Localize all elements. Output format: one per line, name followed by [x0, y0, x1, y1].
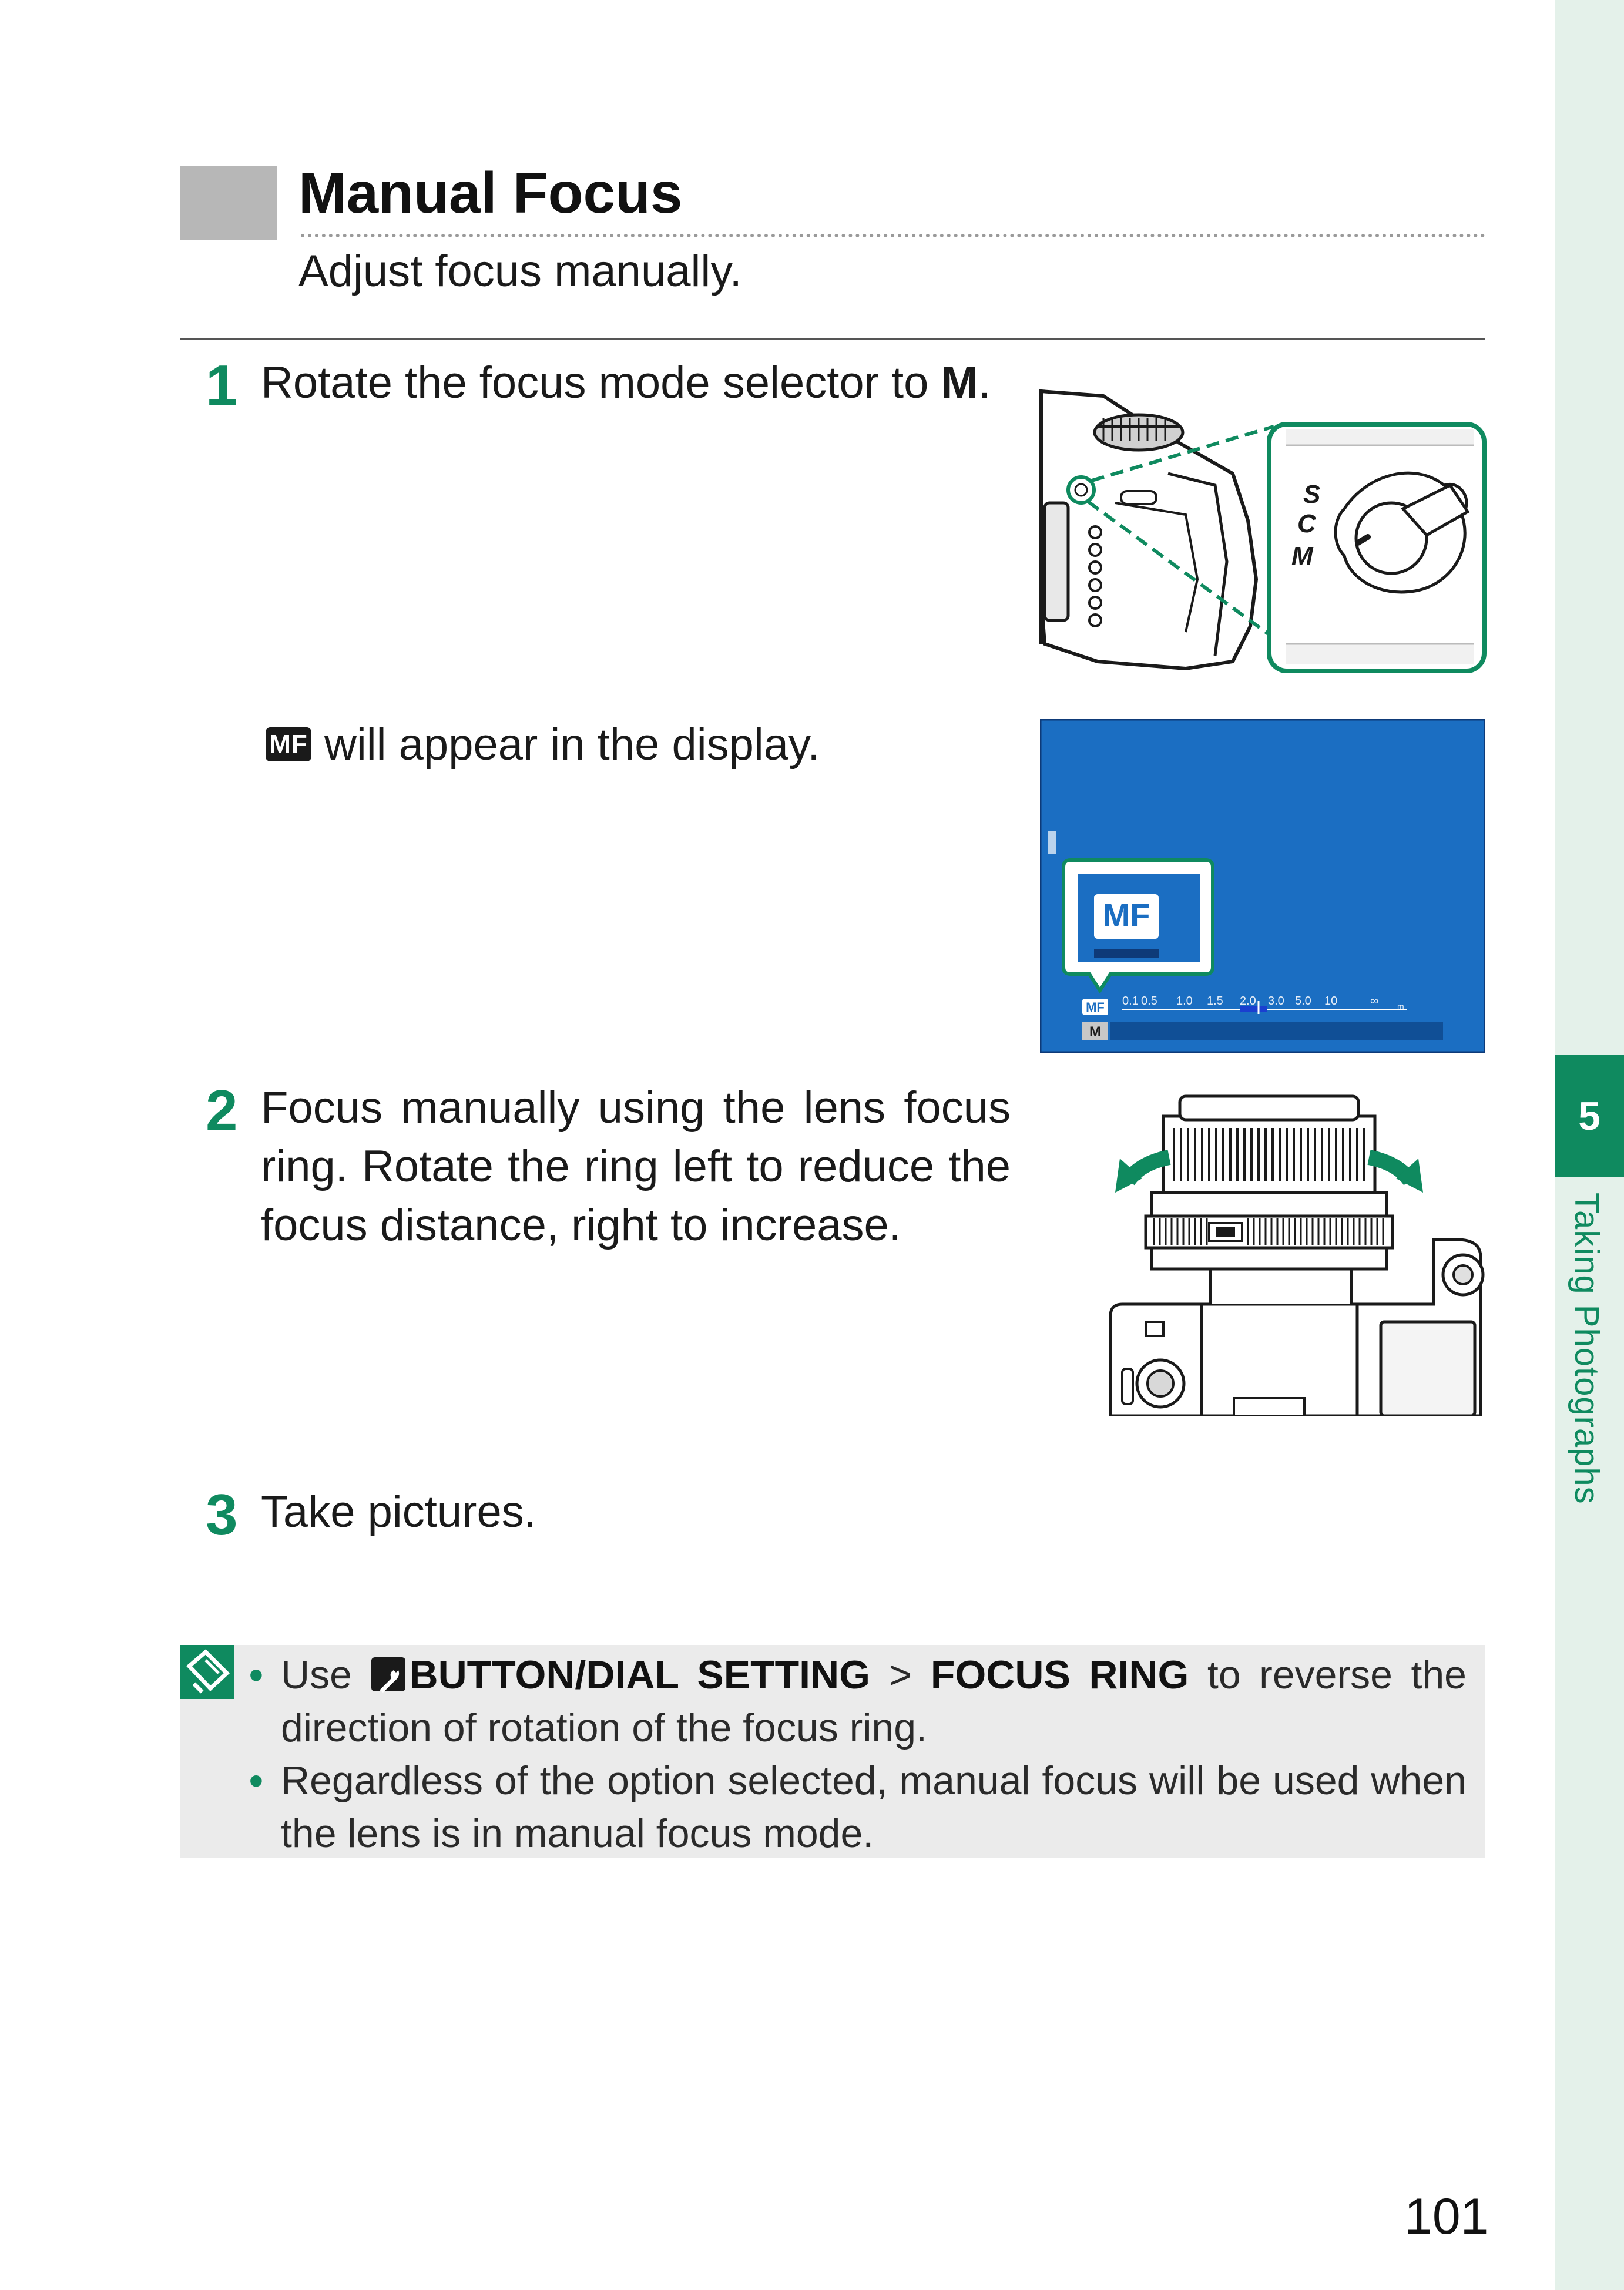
mf-display-line: MF will appear in the display. — [266, 716, 971, 774]
scale-tick-label: 5.0 — [1295, 995, 1311, 1008]
chapter-title-text: Taking Photographs — [1568, 1193, 1606, 1505]
title-divider — [301, 234, 1485, 237]
focus-mode-selector-illustration: S C M — [1039, 389, 1487, 673]
lens-focus-ring-illustration — [1109, 1094, 1485, 1416]
note-1-prefix: Use — [281, 1653, 371, 1697]
scale-tick-label: 1.0 — [1176, 995, 1193, 1008]
scale-tick-label: 10 — [1324, 995, 1337, 1008]
lcd-display-illustration: MF MF 0.1 0.5 1.0 1.5 2.0 3.0 5.0 10 ∞ m M — [1040, 719, 1485, 1053]
scale-unit: m — [1397, 1002, 1404, 1011]
note-2-text: Regardless of the option selected, manua… — [281, 1758, 1467, 1856]
step-3-number: 3 — [206, 1482, 238, 1547]
note-1-separator: > — [870, 1653, 931, 1697]
scale-tick-label: 3.0 — [1268, 995, 1284, 1008]
step-2-number: 2 — [206, 1078, 238, 1143]
dial-label-s: S — [1303, 480, 1320, 509]
scale-tick-label: ∞ — [1370, 995, 1378, 1008]
header-rule — [180, 338, 1485, 340]
step-3-text: Take pictures. — [261, 1487, 536, 1537]
step-2-text: Focus manually using the lens focus ring… — [261, 1083, 1011, 1250]
step-1-mode-letter: M — [941, 358, 978, 408]
scale-tick-label: 1.5 — [1207, 995, 1223, 1008]
wrench-icon — [371, 1657, 406, 1693]
step-1-text-end: . — [978, 358, 991, 408]
bullet-icon: • — [249, 1758, 263, 1803]
bullet-icon: • — [249, 1653, 263, 1697]
dial-label-m: M — [1291, 542, 1314, 570]
callout-mf-label: MF — [1103, 896, 1150, 934]
note-1-menu-button-dial: BUTTON/DIAL SETTING — [409, 1653, 871, 1697]
scale-tick-label: 2.0 — [1240, 995, 1256, 1008]
note-list: • Use BUTTON/DIAL SETTING > FOCUS RING to… — [249, 1648, 1467, 1860]
note-box: • Use BUTTON/DIAL SETTING > FOCUS RING to… — [180, 1645, 1485, 1858]
chapter-number-tab[interactable]: 5 — [1555, 1055, 1624, 1177]
note-icon — [180, 1645, 234, 1699]
step-1-text: Rotate the focus mode selector to M. — [261, 354, 1013, 412]
mode-badge-m: M — [1089, 1024, 1101, 1040]
page-subtitle: Adjust focus manually. — [298, 246, 742, 296]
note-1-menu-focus-ring: FOCUS RING — [930, 1653, 1189, 1697]
mf-display-text: will appear in the display. — [324, 720, 820, 770]
dial-label-c: C — [1297, 509, 1317, 538]
step-1-number: 1 — [206, 353, 238, 418]
page-number: 101 — [1404, 2188, 1489, 2245]
scale-tick-label: 0.5 — [1141, 995, 1157, 1008]
note-item-1: • Use BUTTON/DIAL SETTING > FOCUS RING to… — [249, 1648, 1467, 1754]
mf-badge-icon: MF — [266, 727, 311, 761]
section-marker — [180, 166, 277, 240]
note-item-2: • Regardless of the option selected, manu… — [249, 1754, 1467, 1860]
step-1-text-main: Rotate the focus mode selector to — [261, 358, 941, 408]
chapter-title: Taking Photographs — [1564, 1193, 1617, 1522]
page-title: Manual Focus — [298, 160, 683, 225]
scale-tick-label: 0.1 — [1122, 995, 1139, 1008]
mode-badge-mf: MF — [1086, 1000, 1105, 1015]
